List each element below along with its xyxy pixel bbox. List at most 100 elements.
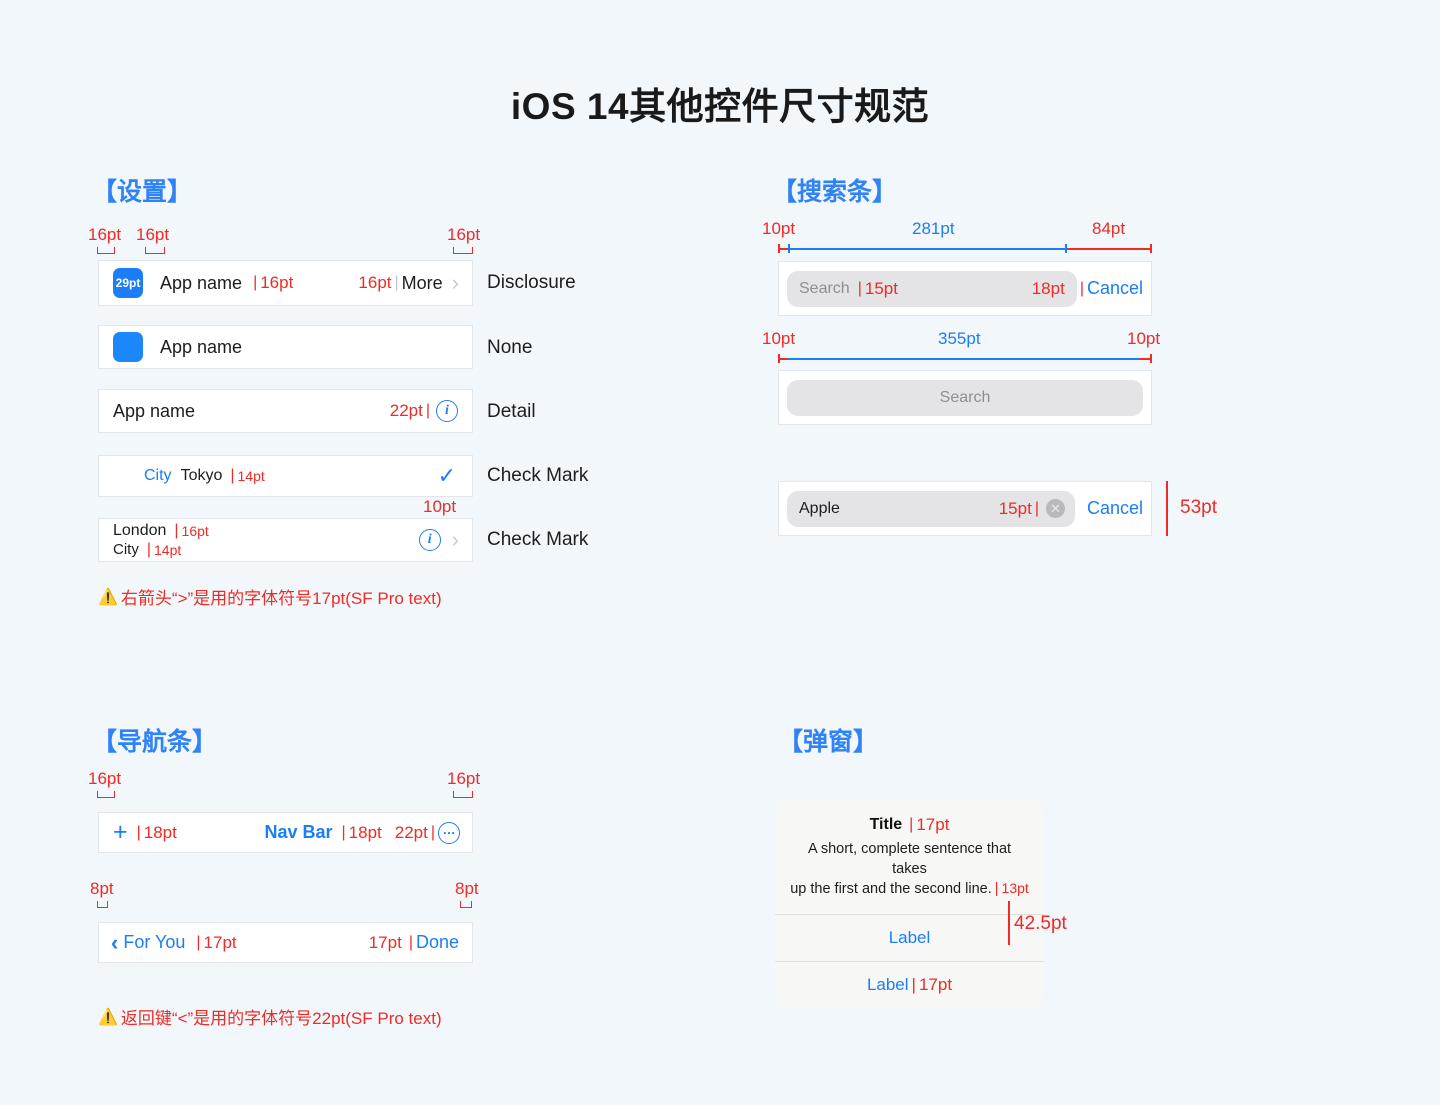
measure-nav1-right: 16pt [447,769,481,788]
settings-row-disclosure[interactable]: 29pt App name | 16pt 16pt | More › [98,260,473,306]
clear-circle-icon[interactable]: ✕ [1045,499,1065,518]
row-type-none: None [487,337,533,358]
row-title: App name [160,336,243,357]
measure-value-size: 15pt [998,498,1032,518]
nav-bar-2[interactable]: ‹ For You | 17pt 17pt | Done [98,922,473,963]
alert-message: A short, complete sentence that takes up… [790,841,1029,898]
measure-right-size: 17pt [368,932,402,952]
measure-search1-right: 84pt [1092,219,1126,238]
alert-body: Title | 17pt A short, complete sentence … [775,799,1044,914]
tick-nav1-left [97,791,115,798]
measure-value-size: 22pt [389,401,423,420]
back-label[interactable]: For You [123,932,185,953]
alert-message-line2: up the first and the second line. [790,881,992,898]
checkmark-icon[interactable]: ✓ [438,465,456,487]
tick-settings-right [453,247,473,254]
row-line2: City [113,541,139,558]
divider-red: | [909,816,914,833]
divider-red: | [196,933,201,951]
measure-gap-size: 18pt [1031,278,1065,298]
settings-row-checkmark-london[interactable]: London | 16pt City | 14pt i › [98,518,473,562]
alert-button-1[interactable]: Label [775,913,1044,961]
measure-settings-left2: 16pt [136,225,170,244]
search-input-3[interactable]: Apple 15pt | ✕ [787,490,1075,527]
alert-message-line1: A short, complete sentence that takes [807,841,1012,877]
divider-red: | [425,402,430,419]
search-bar-3[interactable]: Apple 15pt | ✕ Cancel [778,481,1152,536]
settings-row-detail[interactable]: App name 22pt | i [98,389,473,433]
cancel-button-1[interactable]: Cancel [1087,278,1143,299]
measure-alert-button-height: 42.5pt [1014,913,1067,934]
info-circle-icon[interactable]: i [418,529,441,551]
row-line1: London [113,521,167,539]
measure-nav2-left: 8pt [90,879,114,898]
measure-settings-left1: 16pt [88,225,122,244]
measure-message-size: 13pt [1001,880,1029,897]
tick-nav2-right [460,901,472,908]
measure-line2-size: 14pt [154,541,182,558]
row-title: App name [113,400,196,421]
divider-red: | [174,521,179,539]
measure-search2-right: 10pt [1127,329,1161,348]
settings-row-none[interactable]: App name [98,325,473,369]
plus-icon[interactable]: + [113,820,128,845]
done-button[interactable]: Done [416,932,459,953]
tick-settings-left2 [145,247,165,254]
row-key: City [144,467,172,484]
chevron-right-icon[interactable]: › [452,272,459,294]
search-placeholder: Search [939,388,991,406]
search-placeholder: Search [799,279,850,297]
app-icon: 29pt [113,268,143,298]
info-circle-icon[interactable]: i [436,400,458,422]
measure-right-gap1: 18pt [348,822,382,842]
section-heading-settings: 【设置】 [92,178,193,206]
search-bar-1[interactable]: Search | 15pt 18pt | Cancel [778,261,1152,316]
divider-red: | [1034,499,1039,517]
alert-title: Title [869,816,903,833]
measure-line-search1-right [1067,244,1152,254]
measure-line-search2-middle [788,358,1140,360]
measure-placeholder-size: 15pt [864,278,898,298]
search-input-1[interactable]: Search | 15pt 18pt [787,270,1077,307]
search-input-2[interactable]: Search [787,379,1143,416]
more-circle-icon[interactable]: … [438,821,460,844]
settings-row-checkmark-tokyo[interactable]: City Tokyo | 14pt ✓ [98,455,473,497]
section-heading-alert: 【弹窗】 [778,728,879,756]
cancel-button-3[interactable]: Cancel [1087,498,1143,519]
measure-search2-middle: 355pt [938,329,981,348]
tick-nav1-right [453,791,473,798]
row-title: App name [160,272,243,293]
measure-line-search2-left [778,354,788,364]
chevron-right-icon[interactable]: › [452,529,459,551]
measure-search1-left: 10pt [762,219,796,238]
measure-search2-left: 10pt [762,329,796,348]
nav-bar-1[interactable]: + | 18pt Nav Bar | 18pt 22pt | … [98,812,473,853]
note-settings: ⚠️ 右箭头“>”是用的字体符号17pt(SF Pro text) [98,588,442,609]
section-heading-navbar: 【导航条】 [92,728,218,756]
measure-settings-right: 16pt [447,225,481,244]
measure-nav1-left: 16pt [88,769,122,788]
row-value: More [401,272,443,293]
measure-search3-height: 53pt [1180,497,1217,518]
divider-red: | [136,823,141,841]
warning-icon: ⚠️ [98,1008,118,1026]
search-bar-2[interactable]: Search [778,370,1152,425]
row-type-detail: Detail [487,401,536,422]
measure-nav2-right: 8pt [455,879,479,898]
row-type-checkmark-2: Check Mark [487,529,589,550]
measure-title-size: 16pt [260,273,294,292]
measure-value-size: 16pt [358,273,392,292]
measure-title-size: 17pt [916,815,950,834]
measure-bar-search3-height [1166,481,1168,536]
alert-button-2[interactable]: Label | 17pt [775,960,1044,1008]
row-value: Tokyo [180,467,223,484]
divider-red: | [146,540,151,558]
divider-red: | [857,279,862,297]
measure-line-search1-left [778,244,788,254]
search-value: Apple [799,499,840,517]
row-type-disclosure: Disclosure [487,272,576,293]
alert-dialog: Title | 17pt A short, complete sentence … [775,799,1044,1008]
measure-detail-gap: 10pt [423,497,457,516]
chevron-left-icon[interactable]: ‹ [111,931,118,954]
page-title: iOS 14其他控件尺寸规范 [510,86,930,127]
